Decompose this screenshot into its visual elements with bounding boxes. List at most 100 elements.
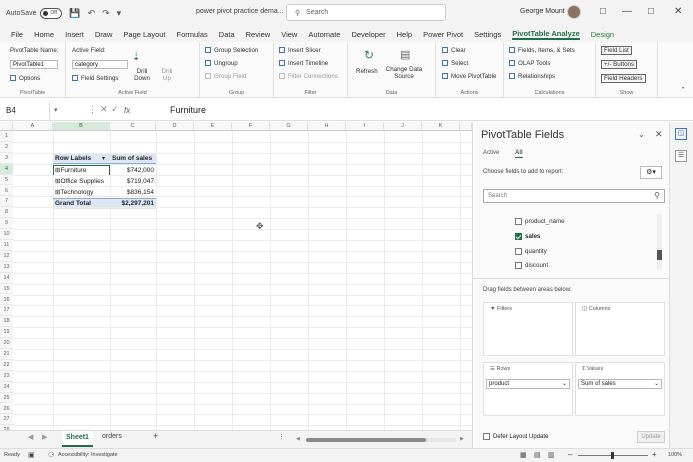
column-header[interactable]: D <box>156 122 194 131</box>
row-header[interactable]: 11 <box>0 240 13 251</box>
row-header[interactable]: 5 <box>0 174 13 186</box>
menu-developer[interactable]: Developer <box>351 30 385 39</box>
menu-data[interactable]: Data <box>219 30 235 39</box>
field-item[interactable]: sales <box>515 233 540 240</box>
sheet-options-icon[interactable]: ⋮ <box>278 433 285 441</box>
row-header[interactable]: 24 <box>0 381 13 393</box>
cancel-icon[interactable]: ✕ <box>100 104 108 115</box>
redo-icon[interactable]: ↷ <box>102 8 110 19</box>
horizontal-scrollbar[interactable] <box>306 438 456 442</box>
menu-review[interactable]: Review <box>246 30 271 39</box>
hscroll-left-icon[interactable]: ◀ <box>296 436 300 442</box>
zoom-in-icon[interactable]: + <box>652 450 657 459</box>
group-selection-button[interactable]: Group Selection <box>205 47 258 54</box>
field-search-input[interactable]: Search ⚲ <box>483 189 665 203</box>
rows-field-dropdown[interactable]: product ⌄ <box>486 379 570 389</box>
name-box[interactable]: B4 <box>0 102 50 119</box>
insert-timeline-button[interactable]: Insert Timeline <box>279 60 328 67</box>
column-header[interactable]: E <box>194 122 232 131</box>
row-header[interactable]: 6 <box>0 185 13 197</box>
menu-file[interactable]: File <box>11 30 23 39</box>
column-header[interactable]: G <box>270 122 308 131</box>
row-header[interactable]: 25 <box>0 392 13 404</box>
enter-icon[interactable]: ✓ <box>111 104 119 115</box>
row-header[interactable]: 20 <box>0 338 13 349</box>
page-layout-icon[interactable]: ▤ <box>534 451 541 459</box>
sheet-tab-orders[interactable]: orders <box>102 433 122 440</box>
menu-power-pivot[interactable]: Power Pivot <box>423 30 463 39</box>
worksheet-grid[interactable]: A B C D E F G H I J K Row Labels ▾ Sum o… <box>0 122 472 430</box>
row-header[interactable]: 9 <box>0 218 13 230</box>
row-header[interactable]: 14 <box>0 272 13 284</box>
field-checkbox[interactable] <box>515 233 522 240</box>
undo-icon[interactable]: ↶ <box>88 8 96 19</box>
menu-formulas[interactable]: Formulas <box>177 30 208 39</box>
row-header[interactable]: 15 <box>0 283 13 295</box>
column-header[interactable]: J <box>384 122 422 131</box>
row-header[interactable]: 27 <box>0 414 13 426</box>
row-labels-header[interactable]: Row Labels <box>55 154 91 164</box>
filter-connections-button[interactable]: Filter Connections <box>279 73 338 80</box>
autosave-toggle[interactable]: Off <box>40 7 63 19</box>
menu-view[interactable]: View <box>281 30 297 39</box>
rows-area[interactable]: ☰ Rows product ⌄ <box>483 362 573 416</box>
row-header[interactable]: 13 <box>0 261 13 273</box>
pivot-fields-toggle-icon[interactable]: ◫ <box>675 128 687 140</box>
change-data-source-button[interactable]: Change Data Source <box>382 66 426 80</box>
collapse-ribbon-icon[interactable]: ⌃ <box>680 86 686 94</box>
field-checkbox[interactable] <box>515 218 522 225</box>
row-header[interactable]: 3 <box>0 152 13 164</box>
defer-layout-checkbox[interactable]: Defer Layout Update <box>483 433 548 440</box>
ribbon-display-icon[interactable]: □ <box>600 6 606 17</box>
menu-automate[interactable]: Automate <box>308 30 340 39</box>
clear-button[interactable]: Clear <box>442 47 466 54</box>
field-item[interactable]: discount <box>515 262 548 269</box>
namebox-dropdown-icon[interactable]: ▾ <box>54 106 58 114</box>
column-header[interactable]: H <box>308 122 346 131</box>
menu-settings[interactable]: Settings <box>474 30 501 39</box>
column-header[interactable]: I <box>346 122 384 131</box>
column-header[interactable]: B <box>53 122 110 131</box>
column-header[interactable]: A <box>13 122 53 131</box>
row-header[interactable]: 18 <box>0 316 13 328</box>
values-area[interactable]: Σ Values Sum of sales ⌄ <box>575 362 665 416</box>
zoom-slider[interactable] <box>578 452 648 459</box>
group-field-button[interactable]: Group Field <box>205 73 246 80</box>
row-header[interactable]: 2 <box>0 141 13 153</box>
field-settings-button[interactable]: Field Settings <box>72 75 119 82</box>
row-header[interactable]: 19 <box>0 327 13 339</box>
add-sheet-button[interactable]: + <box>153 431 158 441</box>
search-input[interactable]: ⚲ Search <box>286 4 446 21</box>
minimize-icon[interactable]: — <box>622 6 632 17</box>
menu-pivottable-analyze[interactable]: PivotTable Analyze <box>512 29 580 40</box>
field-item[interactable]: quantity <box>515 248 547 255</box>
row-header[interactable]: 23 <box>0 370 13 382</box>
values-field-dropdown[interactable]: Sum of sales ⌄ <box>578 379 662 389</box>
zoom-level[interactable]: 100% <box>668 452 682 458</box>
tab-all[interactable]: All <box>515 150 523 158</box>
column-header[interactable]: K <box>422 122 460 131</box>
formula-input[interactable]: Furniture <box>170 102 206 119</box>
menu-insert[interactable]: Insert <box>65 30 84 39</box>
active-field-input[interactable]: category <box>72 60 128 69</box>
move-pivottable-button[interactable]: Move PivotTable <box>442 73 496 80</box>
sum-of-sales-header[interactable]: Sum of sales <box>112 154 152 164</box>
row-header[interactable]: 10 <box>0 229 13 240</box>
save-icon[interactable]: 💾 <box>69 8 80 19</box>
customize-icon[interactable]: ▾ <box>117 8 122 19</box>
properties-icon[interactable]: ☰ <box>675 150 687 162</box>
olap-tools-button[interactable]: OLAP Tools <box>509 60 550 67</box>
hscroll-right-icon[interactable]: ▶ <box>460 436 464 442</box>
row-header[interactable]: 1 <box>0 131 13 142</box>
menu-draw[interactable]: Draw <box>95 30 113 39</box>
select-button[interactable]: Select <box>442 60 468 67</box>
field-item[interactable]: product_name <box>515 218 565 225</box>
avatar[interactable] <box>567 5 581 19</box>
row-header[interactable]: 8 <box>0 207 13 219</box>
scrollbar-thumb[interactable] <box>306 438 426 442</box>
maximize-icon[interactable]: □ <box>648 6 654 17</box>
macro-record-icon[interactable]: ▣ <box>28 451 35 459</box>
row-header[interactable]: 12 <box>0 250 13 262</box>
insert-function-button[interactable]: fx <box>124 102 130 119</box>
column-header[interactable]: F <box>232 122 270 131</box>
